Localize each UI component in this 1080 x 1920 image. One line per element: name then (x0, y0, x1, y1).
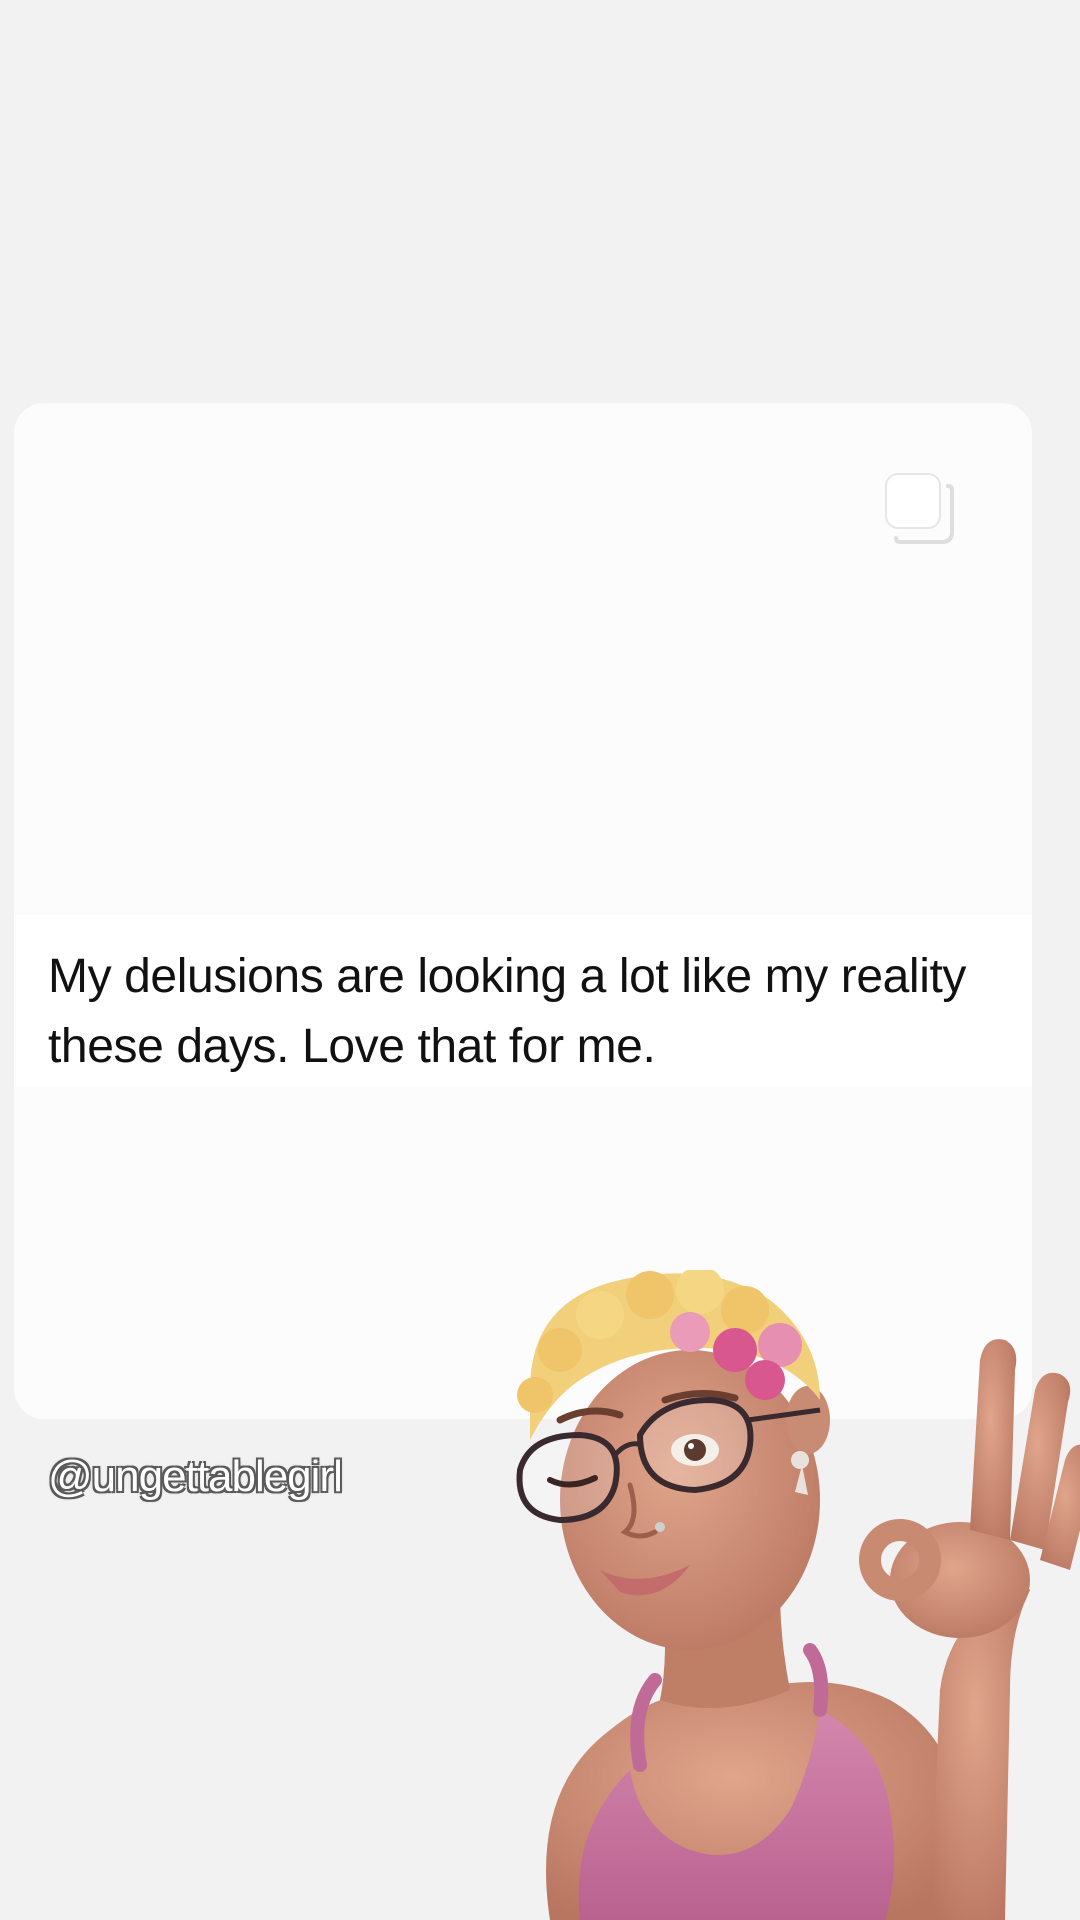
story-screen: My delusions are looking a lot like my r… (0, 0, 1080, 1920)
post-text: My delusions are looking a lot like my r… (48, 950, 966, 1073)
username-sticker[interactable]: @ungettablegirl (48, 1452, 343, 1502)
post-card[interactable] (14, 403, 1032, 1419)
avatar-sticker[interactable] (490, 1266, 1080, 1920)
multiple-images-icon (878, 468, 962, 552)
